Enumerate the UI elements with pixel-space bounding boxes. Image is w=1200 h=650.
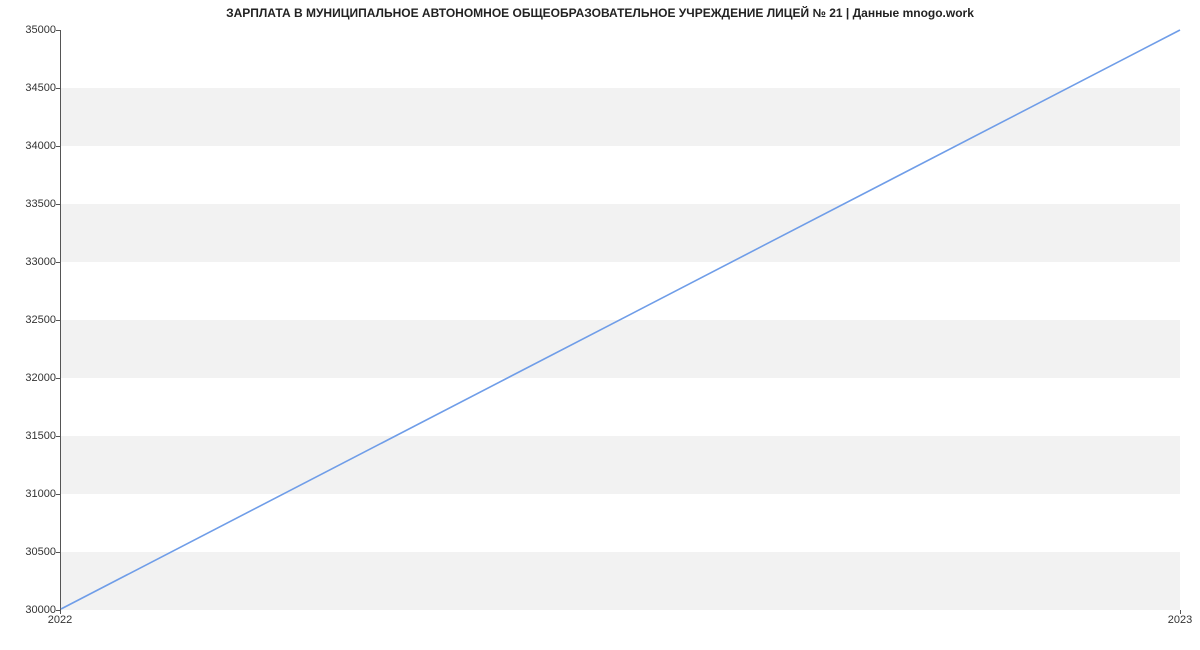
- y-tick-label: 31000: [6, 488, 56, 500]
- x-tick-mark: [60, 610, 61, 614]
- x-tick-mark: [1180, 610, 1181, 614]
- y-tick-mark: [56, 204, 60, 205]
- y-tick-mark: [56, 552, 60, 553]
- y-tick-label: 33500: [6, 198, 56, 210]
- y-tick-mark: [56, 262, 60, 263]
- chart-title: ЗАРПЛАТА В МУНИЦИПАЛЬНОЕ АВТОНОМНОЕ ОБЩЕ…: [0, 6, 1200, 20]
- y-tick-mark: [56, 30, 60, 31]
- y-tick-label: 30500: [6, 546, 56, 558]
- series-line: [61, 30, 1180, 609]
- y-tick-mark: [56, 146, 60, 147]
- y-tick-label: 34000: [6, 140, 56, 152]
- plot-area: [60, 30, 1180, 610]
- x-tick-label: 2023: [1168, 614, 1192, 626]
- y-tick-label: 32000: [6, 372, 56, 384]
- y-tick-mark: [56, 320, 60, 321]
- y-tick-label: 31500: [6, 430, 56, 442]
- y-tick-mark: [56, 436, 60, 437]
- chart-container: ЗАРПЛАТА В МУНИЦИПАЛЬНОЕ АВТОНОМНОЕ ОБЩЕ…: [0, 0, 1200, 650]
- y-tick-label: 32500: [6, 314, 56, 326]
- x-tick-label: 2022: [48, 614, 72, 626]
- y-tick-mark: [56, 88, 60, 89]
- y-tick-label: 34500: [6, 82, 56, 94]
- line-layer: [61, 30, 1180, 609]
- y-tick-label: 35000: [6, 24, 56, 36]
- y-tick-mark: [56, 494, 60, 495]
- y-tick-label: 33000: [6, 256, 56, 268]
- y-tick-mark: [56, 378, 60, 379]
